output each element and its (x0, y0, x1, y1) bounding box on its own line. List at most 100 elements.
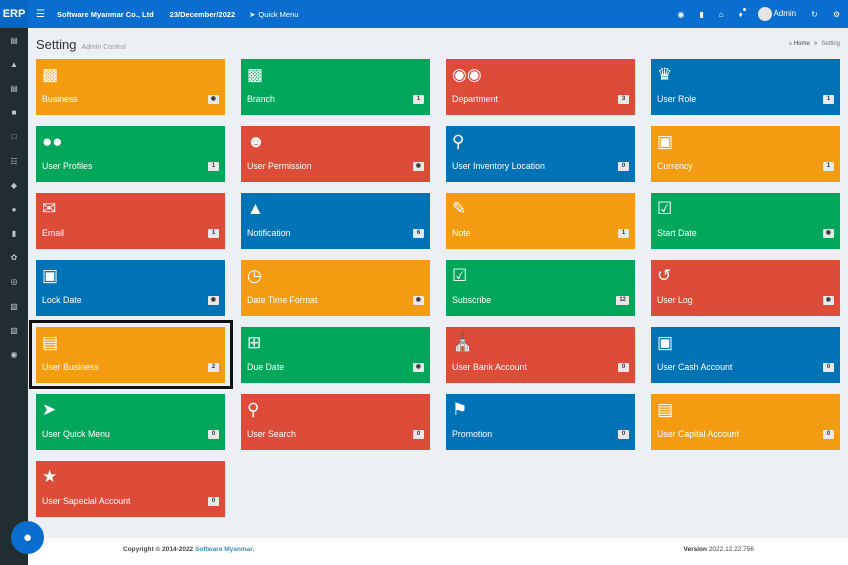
lock-icon: ▣ (42, 266, 59, 285)
star-icon: ★ (42, 467, 58, 486)
user-menu[interactable]: Admin (757, 7, 797, 21)
page-title: Setting (36, 37, 77, 52)
tile-user-sapecial-account[interactable]: ★ User Sapecial Account 0 (36, 461, 225, 517)
tile-lock-date[interactable]: ▣ Lock Date ◉ (36, 260, 225, 316)
calendar-check-icon: ☑ (657, 199, 673, 218)
count-badge: 0 (413, 430, 424, 439)
tile-date-time-format[interactable]: ◷ Date Time Format ◉ (241, 260, 430, 316)
cubes-icon[interactable]: ■ (0, 101, 28, 125)
tile-label: User Capital Account (657, 429, 740, 439)
tile-user-inventory-location[interactable]: ⚲ User Inventory Location 0 (446, 126, 635, 182)
user-name: Admin (773, 9, 797, 19)
tile-user-permission[interactable]: ☻ User Permission ◉ (241, 126, 430, 182)
users-icon: ●● (42, 132, 63, 151)
notification-dot (742, 7, 746, 11)
bar-chart-icon[interactable]: ▮ (0, 222, 28, 246)
top-navbar: ERP ☰ Software Myanmar Co., Ltd 23/Decem… (0, 0, 848, 28)
chat-bubble-icon: ● (22, 529, 33, 546)
tile-user-cash-account[interactable]: ▣ User Cash Account 0 (651, 327, 840, 383)
money-icon: ▣ (657, 132, 674, 151)
topbar-right-menu: ◉ ▮ ⌂ ♦ Admin ↻ ⚙ (677, 7, 848, 21)
tile-label: Date Time Format (247, 295, 318, 305)
count-badge: 6 (413, 229, 424, 238)
count-badge: 0 (208, 430, 219, 439)
brand-logo[interactable]: ERP (0, 0, 28, 28)
chat-icon[interactable]: ◉ (677, 10, 684, 19)
book-icon[interactable]: ▧ (0, 294, 28, 318)
diamond-icon[interactable]: ◆ (0, 173, 28, 197)
tile-currency[interactable]: ▣ Currency 1 (651, 126, 840, 182)
tile-user-role[interactable]: ♛ User Role 1 (651, 59, 840, 115)
copyright-text: Copyright © 2014-2022 Software Myanmar. (123, 546, 254, 553)
version-number: 2022.12.22.756 (708, 546, 754, 553)
tile-label: Due Date (247, 362, 285, 372)
tile-label: User Log (657, 295, 693, 305)
binoculars-icon: ◉◉ (452, 65, 482, 84)
tile-notification[interactable]: ▲ Notification 6 (241, 193, 430, 249)
count-badge: 0 (618, 162, 629, 171)
tile-start-date[interactable]: ☑ Start Date ◉ (651, 193, 840, 249)
quick-menu-link[interactable]: ➤ Quick Menu (249, 10, 298, 19)
tile-label: Email (42, 228, 64, 238)
content-header: Setting Admin Control (36, 37, 126, 52)
tile-branch[interactable]: ▩ Branch 1 (241, 59, 430, 115)
current-date: 23/December/2022 (169, 9, 236, 19)
footer: Copyright © 2014-2022 Software Myanmar. … (28, 538, 848, 565)
tile-promotion[interactable]: ⚑ Promotion 0 (446, 394, 635, 450)
count-badge: 1 (823, 162, 834, 171)
version-label: Version (683, 546, 707, 553)
tile-label: Notification (247, 228, 291, 238)
area-chart-icon[interactable]: ▲ (0, 52, 28, 76)
leaf-icon[interactable]: ✿ (0, 246, 28, 270)
tile-label: Lock Date (42, 295, 82, 305)
calculator-icon[interactable]: ▤ (0, 28, 28, 52)
tile-user-log[interactable]: ↺ User Log ◉ (651, 260, 840, 316)
check-square-icon: ☑ (452, 266, 468, 285)
tile-label: User Sapecial Account (42, 496, 131, 506)
rocket-icon: ➤ (249, 9, 256, 19)
copyright-label: Copyright © 2014-2022 (123, 546, 194, 553)
cart-icon[interactable]: ☷ (0, 149, 28, 173)
tile-label: Branch (247, 94, 275, 104)
tile-label: User Inventory Location (452, 161, 545, 171)
tile-due-date[interactable]: ⊞ Due Date ◉ (241, 327, 430, 383)
camera-icon: ◉ (412, 162, 424, 171)
avatar (757, 7, 772, 21)
chat-widget-button[interactable]: ● (11, 521, 44, 554)
tile-label: User Search (247, 429, 296, 439)
camera-icon: ◉ (822, 296, 834, 305)
tile-user-search[interactable]: ⚲ User Search 0 (241, 394, 430, 450)
tile-business[interactable]: ▩ Business ◉ (36, 59, 225, 115)
tile-department[interactable]: ◉◉ Department 3 (446, 59, 635, 115)
users-icon[interactable]: ● (0, 197, 28, 221)
tile-note[interactable]: ✎ Note 1 (446, 193, 635, 249)
life-ring-icon[interactable]: ◎ (0, 270, 28, 294)
tile-user-bank-account[interactable]: ⛪ User Bank Account 0 (446, 327, 635, 383)
footer-link[interactable]: Software Myanmar. (195, 546, 254, 553)
breadcrumb-current: Setting (821, 41, 840, 47)
book-icon[interactable]: ▧ (0, 318, 28, 342)
breadcrumb-home-label: Home (793, 41, 810, 47)
camera-icon: ◉ (412, 363, 424, 372)
tile-user-quick-menu[interactable]: ➤ User Quick Menu 0 (36, 394, 225, 450)
tile-user-profiles[interactable]: ●● User Profiles 1 (36, 126, 225, 182)
tile-email[interactable]: ✉ Email 1 (36, 193, 225, 249)
history-icon: ↺ (657, 266, 672, 285)
home-icon[interactable]: ⌂ (719, 10, 724, 19)
hamburger-icon[interactable]: ☰ (36, 9, 45, 20)
gear-icon[interactable]: ⚙ (833, 10, 840, 19)
document-icon[interactable]: ▮ (699, 10, 703, 19)
refresh-icon[interactable]: ↻ (811, 10, 818, 19)
tag-icon: ⚑ (452, 400, 468, 419)
breadcrumb-home[interactable]: ⌂ Home (788, 41, 809, 47)
bell-icon[interactable]: ♦ (739, 7, 746, 19)
tile-subscribe[interactable]: ☑ Subscribe 12 (446, 260, 635, 316)
credit-card-icon[interactable]: ▤ (0, 76, 28, 100)
count-badge: 0 (823, 363, 834, 372)
count-badge: 12 (616, 296, 629, 305)
clipboard-icon[interactable]: □ (0, 125, 28, 149)
tile-label: User Profiles (42, 161, 93, 171)
comment-icon[interactable]: ◉ (0, 342, 28, 366)
envelope-icon: ✉ (42, 199, 57, 218)
tile-user-capital-account[interactable]: ▤ User Capital Account 0 (651, 394, 840, 450)
